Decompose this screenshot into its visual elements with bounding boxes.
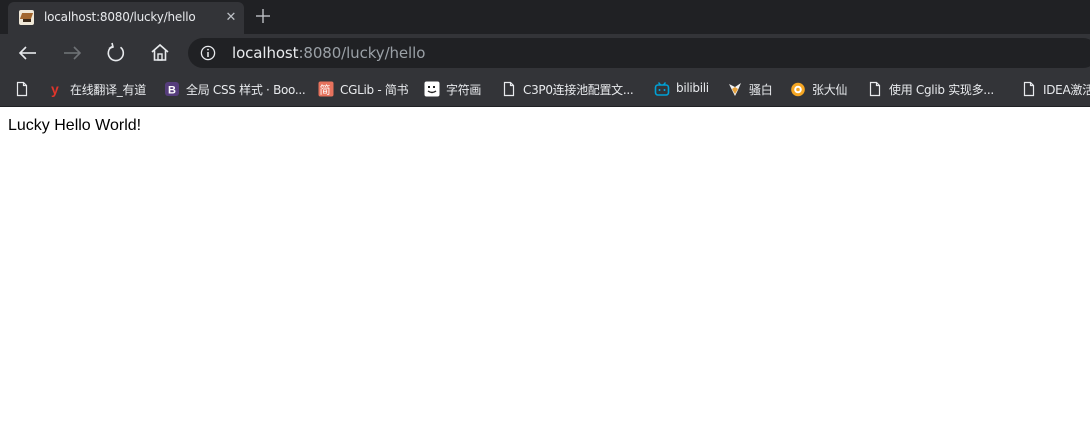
bookmark-label: 全局 CSS 样式 · Boo... — [186, 83, 306, 97]
tab-strip: localhost:8080/lucky/hello ✕ — [0, 0, 1090, 34]
bilibili-icon — [654, 81, 670, 97]
page-body-text: Lucky Hello World! — [8, 117, 142, 134]
youdao-icon: y — [48, 81, 64, 97]
info-circle-icon[interactable] — [200, 45, 216, 61]
url-text[interactable]: localhost:8080/lucky/hello — [232, 44, 425, 62]
page-content: Lucky Hello World! — [0, 107, 1090, 438]
orange-icon — [790, 81, 806, 97]
bookmark-zhangdaxian[interactable]: 张大仙 — [790, 79, 854, 99]
tab-localhost[interactable]: localhost:8080/lucky/hello ✕ — [8, 2, 244, 34]
bookmark-label: bilibili — [676, 81, 709, 95]
bookmark-cglib-proxy[interactable]: 使用 Cglib 实现多... — [867, 79, 1007, 99]
bookmark-label: IDEA激活 — [1043, 83, 1090, 97]
url-host: localhost — [232, 44, 299, 62]
bookmark-label: 骚白 — [749, 83, 773, 97]
tomcat-favicon-icon — [19, 10, 34, 25]
bookmark-c3p0[interactable]: C3P0连接池配置文... — [501, 79, 641, 99]
svg-text:简: 简 — [320, 83, 331, 97]
bookmark-label: 使用 Cglib 实现多... — [889, 83, 994, 97]
bootstrap-icon: B — [164, 81, 180, 97]
bookmark-label: 张大仙 — [812, 83, 848, 97]
svg-text:B: B — [168, 85, 176, 97]
tab-title: localhost:8080/lucky/hello — [44, 10, 196, 24]
fox-icon — [727, 81, 743, 97]
toolbar: localhost:8080/lucky/hello — [0, 34, 1090, 72]
bookmark-idea[interactable]: IDEA激活 — [1021, 79, 1090, 99]
bookmark-saobai[interactable]: 骚白 — [727, 79, 781, 99]
page-icon — [501, 81, 517, 97]
bookmark-cglib-jianshu[interactable]: 简 CGLib - 简书 — [318, 79, 416, 99]
page-icon — [1021, 81, 1037, 97]
home-icon[interactable] — [147, 40, 173, 66]
plus-icon[interactable] — [253, 6, 273, 26]
bookmark-label: 在线翻译_有道 — [70, 83, 146, 97]
tab-close-icon[interactable]: ✕ — [223, 10, 239, 26]
bookmark-ascii-art[interactable]: 字符画 — [424, 79, 492, 99]
bookmark-bilibili[interactable]: bilibili — [654, 79, 716, 99]
url-path: :8080/lucky/hello — [298, 44, 426, 62]
refresh-icon[interactable] — [103, 40, 129, 66]
bookmarks-bar: y 在线翻译_有道 B 全局 CSS 样式 · Boo... 简 CGLib -… — [0, 72, 1090, 107]
jianshu-icon: 简 — [318, 81, 334, 97]
arrow-left-icon[interactable] — [15, 40, 41, 66]
bookmark-bootstrap[interactable]: B 全局 CSS 样式 · Boo... — [164, 79, 309, 99]
svg-text:y: y — [51, 81, 59, 97]
address-bar[interactable]: localhost:8080/lucky/hello — [188, 38, 1090, 68]
browser-window: localhost:8080/lucky/hello ✕ localhost:8… — [0, 0, 1090, 438]
bookmark-label: C3P0连接池配置文... — [523, 83, 634, 97]
arrow-right-icon[interactable] — [59, 40, 85, 66]
bookmark-apps[interactable] — [14, 79, 32, 99]
face-icon — [424, 81, 440, 97]
page-icon — [14, 81, 30, 97]
page-icon — [867, 81, 883, 97]
bookmark-label: 字符画 — [446, 83, 482, 97]
bookmark-label: CGLib - 简书 — [340, 83, 409, 97]
bookmark-youdao[interactable]: y 在线翻译_有道 — [48, 79, 154, 99]
